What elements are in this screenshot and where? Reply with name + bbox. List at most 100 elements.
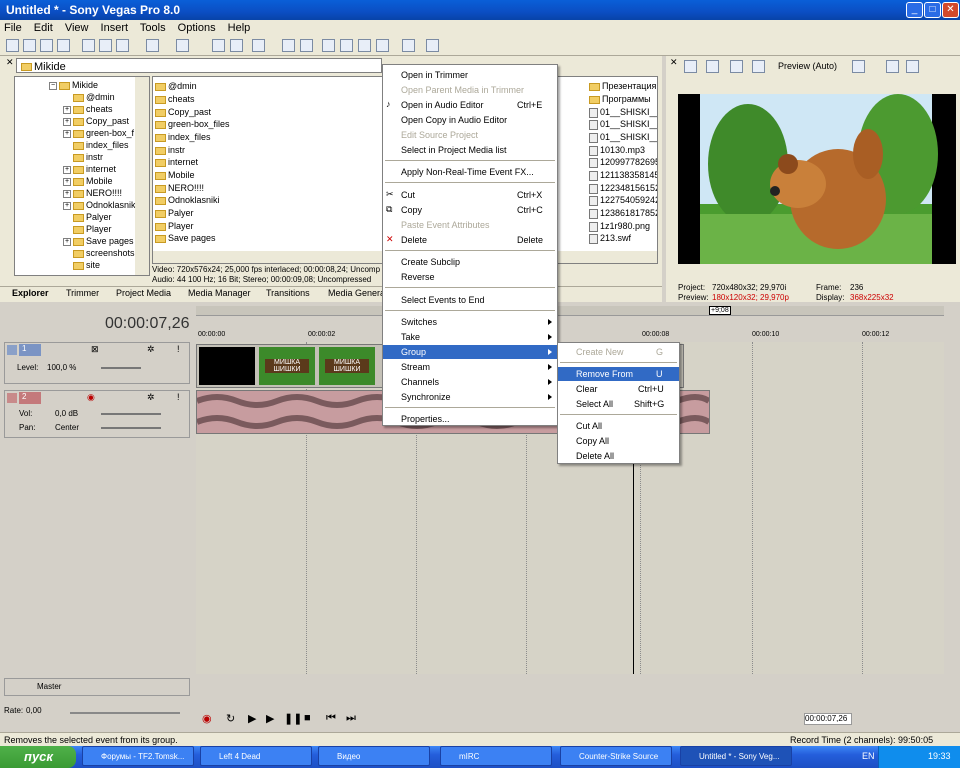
submenu-item-clear[interactable]: Clear Ctrl+U [558, 382, 679, 396]
maximize-button[interactable]: □ [924, 2, 941, 18]
open-icon[interactable] [23, 39, 36, 52]
snap-icon[interactable] [212, 39, 225, 52]
menu-tools[interactable]: Tools [140, 22, 166, 34]
arm-record-icon[interactable]: ◉ [87, 392, 95, 403]
normal-edit-tool-icon[interactable] [322, 39, 335, 52]
submenu-item-select-all[interactable]: Select All Shift+G [558, 397, 679, 411]
marker-bar[interactable] [196, 306, 944, 316]
menu-item-group[interactable]: Group [383, 345, 557, 359]
undo-icon[interactable] [146, 39, 159, 52]
track-solo-icon[interactable]: ! [177, 392, 180, 402]
track-minimize-icon[interactable] [7, 393, 17, 403]
help-pointer-icon[interactable] [426, 39, 439, 52]
file-item[interactable]: index_files [155, 132, 211, 144]
copy-snapshot-icon[interactable] [886, 60, 899, 73]
submenu-item-remove-from[interactable]: Remove From U [558, 367, 679, 381]
pan-slider[interactable] [101, 427, 161, 429]
track-minimize-icon[interactable] [7, 345, 17, 355]
properties-icon[interactable] [57, 39, 70, 52]
menu-options[interactable]: Options [178, 22, 216, 34]
tree-item[interactable]: index_files [73, 140, 129, 152]
file-item[interactable]: 213.swf [589, 233, 631, 245]
track-fx-icon[interactable]: ✲ [147, 344, 155, 355]
taskbar-item[interactable]: Counter-Strike Source [560, 746, 672, 766]
tree-item[interactable]: instr [73, 152, 103, 164]
tree-item[interactable]: Palyer [73, 212, 112, 224]
menu-item-copy[interactable]: ⧉ Copy Ctrl+C [383, 203, 557, 217]
render-icon[interactable] [402, 39, 415, 52]
tree-scrollbar[interactable] [135, 77, 149, 275]
file-item[interactable]: 123861817852 [589, 208, 657, 220]
tab-trimmer[interactable]: Trimmer [66, 288, 99, 301]
menu-item-paste-event-attributes[interactable]: Paste Event Attributes [383, 218, 557, 232]
file-item[interactable]: instr [155, 145, 185, 157]
level-slider[interactable] [101, 367, 141, 369]
taskbar-item[interactable]: Видео [318, 746, 430, 766]
envelope-tool-icon[interactable] [340, 39, 353, 52]
menu-item-select-in-project-media[interactable]: Select in Project Media list [383, 143, 557, 157]
explorer-close-icon[interactable]: ✕ [6, 57, 16, 71]
menu-item-edit-source-project[interactable]: Edit Source Project [383, 128, 557, 142]
video-track-header[interactable]: 1 ⊠ ✲ ! Level: 100,0 % [4, 342, 190, 384]
play-from-start-icon[interactable]: ▶ [248, 712, 256, 725]
language-indicator[interactable]: EN [862, 751, 875, 761]
submenu-item-copy-all[interactable]: Copy All [558, 434, 679, 448]
tree-item[interactable]: + Odnoklasniki [63, 200, 138, 212]
file-item[interactable]: Player [155, 221, 194, 233]
go-to-start-icon[interactable]: ⏮ [326, 712, 336, 725]
file-item[interactable]: @dmin [155, 81, 197, 93]
start-button[interactable]: пуск [0, 746, 76, 768]
minimize-button[interactable]: _ [906, 2, 923, 18]
grid-icon[interactable] [852, 60, 865, 73]
tree-item[interactable]: + green-box_f [63, 128, 134, 140]
time-ruler[interactable]: 00:00:00 00:00:02 00:00:08 00:00:10 00:0… [196, 330, 944, 342]
pause-icon[interactable]: ❚❚ [284, 712, 302, 725]
explorer-path-field[interactable]: Mikide [16, 58, 382, 73]
ripple-icon[interactable] [252, 39, 265, 52]
zoom-tool-icon[interactable] [376, 39, 389, 52]
stop-icon[interactable]: ■ [304, 712, 311, 724]
menu-insert[interactable]: Insert [101, 22, 129, 34]
menu-item-open-copy-in-audio-editor[interactable]: Open Copy in Audio Editor [383, 113, 557, 127]
menu-item-apply-non-real-time-fx[interactable]: Apply Non-Real-Time Event FX... [383, 165, 557, 179]
volume-slider[interactable] [101, 413, 161, 415]
file-item[interactable]: 120997782695 [589, 157, 657, 169]
auto-crossfade-icon[interactable] [230, 39, 243, 52]
loop-icon[interactable]: ↻ [226, 712, 235, 725]
menu-item-switches[interactable]: Switches [383, 315, 557, 329]
tree-item[interactable]: + Mobile [63, 176, 113, 188]
menu-help[interactable]: Help [228, 22, 251, 34]
tree-item[interactable]: @dmin [73, 92, 115, 104]
menu-item-create-subclip[interactable]: Create Subclip [383, 255, 557, 269]
menu-item-open-parent-media[interactable]: Open Parent Media in Trimmer [383, 83, 557, 97]
file-item[interactable]: Презентация [589, 81, 656, 93]
folder-tree[interactable]: − Mikide @dmin + cheats + Copy_past + green-… [14, 76, 150, 276]
submenu-item-delete-all[interactable]: Delete All [558, 449, 679, 463]
file-item[interactable]: Copy_past [155, 107, 211, 119]
file-item[interactable]: Программы [589, 94, 651, 106]
menu-item-open-in-audio-editor[interactable]: ♪ Open in Audio Editor Ctrl+E [383, 98, 557, 112]
audio-track-header[interactable]: 2 ◉ ✲ ! Vol: 0,0 dB Pan: Center [4, 390, 190, 438]
selection-tool-icon[interactable] [358, 39, 371, 52]
file-item[interactable]: 01__SHISKI__2 [589, 119, 657, 131]
taskbar-item[interactable]: mIRC [440, 746, 552, 766]
menu-item-select-events-to-end[interactable]: Select Events to End [383, 293, 557, 307]
menu-edit[interactable]: Edit [34, 22, 53, 34]
menu-view[interactable]: View [65, 22, 89, 34]
preview-quality-select[interactable]: Preview (Auto) [778, 61, 837, 71]
close-button[interactable]: ✕ [942, 2, 959, 18]
file-item[interactable]: 01__SHISKI__2 [589, 132, 657, 144]
go-to-end-icon[interactable]: ⏭ [346, 712, 356, 725]
tree-item[interactable]: + NERO!!!! [63, 188, 122, 200]
save-icon[interactable] [40, 39, 53, 52]
redo-icon[interactable] [176, 39, 189, 52]
submenu-item-cut-all[interactable]: Cut All [558, 419, 679, 433]
lock-envelopes-icon[interactable] [282, 39, 295, 52]
menu-item-cut[interactable]: ✂ Cut Ctrl+X [383, 188, 557, 202]
file-item[interactable]: 10130.mp3 [589, 145, 645, 157]
tab-media-generators[interactable]: Media Generat [328, 288, 388, 301]
properties-icon[interactable] [684, 60, 697, 73]
file-item[interactable]: 01__SHISKI__2 [589, 107, 657, 119]
play-icon[interactable]: ▶ [266, 712, 274, 725]
submenu-item-create-new[interactable]: Create New G [558, 345, 679, 359]
